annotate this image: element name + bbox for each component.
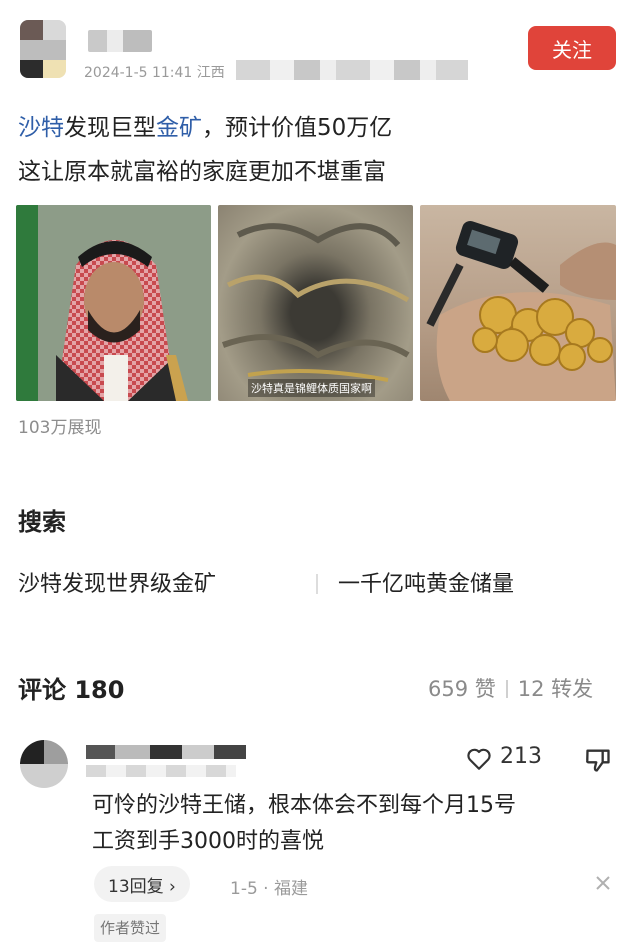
topic-link-saudi[interactable]: 沙特	[18, 115, 64, 141]
suggestion-divider	[316, 574, 318, 594]
heart-icon[interactable]	[466, 746, 492, 772]
comment-count: 180	[74, 676, 125, 704]
author-liked-badge: 作者赞过	[94, 914, 167, 942]
post-text-line2: 这让原本就富裕的家庭更加不堪重富	[18, 159, 386, 185]
post-image-mine[interactable]: 沙特真是锦鲤体质国家啊	[218, 205, 413, 401]
post-image-gold[interactable]	[420, 205, 616, 401]
comment-meta: 1-5 · 福建	[230, 879, 308, 899]
comment-text: 可怜的沙特王储，根本体会不到每个月15号 工资到手3000时的喜悦	[92, 793, 516, 854]
comments-title: 评论 180	[18, 676, 125, 704]
commenter-avatar[interactable]	[20, 740, 68, 788]
post-image-prince[interactable]	[16, 205, 211, 401]
comment-like-count: 213	[500, 744, 542, 769]
thumbs-down-icon[interactable]	[584, 746, 612, 774]
post-stats: 659 赞 12 转发	[428, 673, 593, 703]
image-caption: 沙特真是锦鲤体质国家啊	[248, 379, 375, 397]
follow-button[interactable]: 关注	[528, 26, 616, 70]
commenter-name-blurred[interactable]	[86, 745, 246, 759]
stats-divider	[505, 680, 508, 698]
view-count: 103万展现	[18, 418, 102, 438]
search-suggestion-1[interactable]: 沙特发现世界级金矿	[18, 566, 216, 598]
search-suggestion-2[interactable]: 一千亿吨黄金储量	[338, 566, 514, 598]
likes-stat[interactable]: 659 赞	[428, 677, 496, 701]
search-section-title: 搜索	[18, 508, 66, 536]
author-avatar[interactable]	[20, 20, 66, 78]
view-replies-button[interactable]: 13回复 ›	[94, 866, 190, 902]
post-meta: 2024-1-5 11:41 江西	[84, 65, 225, 81]
commenter-badge-blurred	[86, 765, 236, 777]
shares-stat[interactable]: 12 转发	[518, 677, 593, 701]
topic-link-gold-mine[interactable]: 金矿	[156, 115, 202, 141]
close-icon[interactable]	[594, 874, 612, 892]
post-meta-blurred	[236, 60, 468, 80]
author-name-blurred[interactable]	[88, 30, 152, 52]
post-text-line1: 沙特发现巨型金矿，预计价值50万亿	[18, 115, 393, 141]
